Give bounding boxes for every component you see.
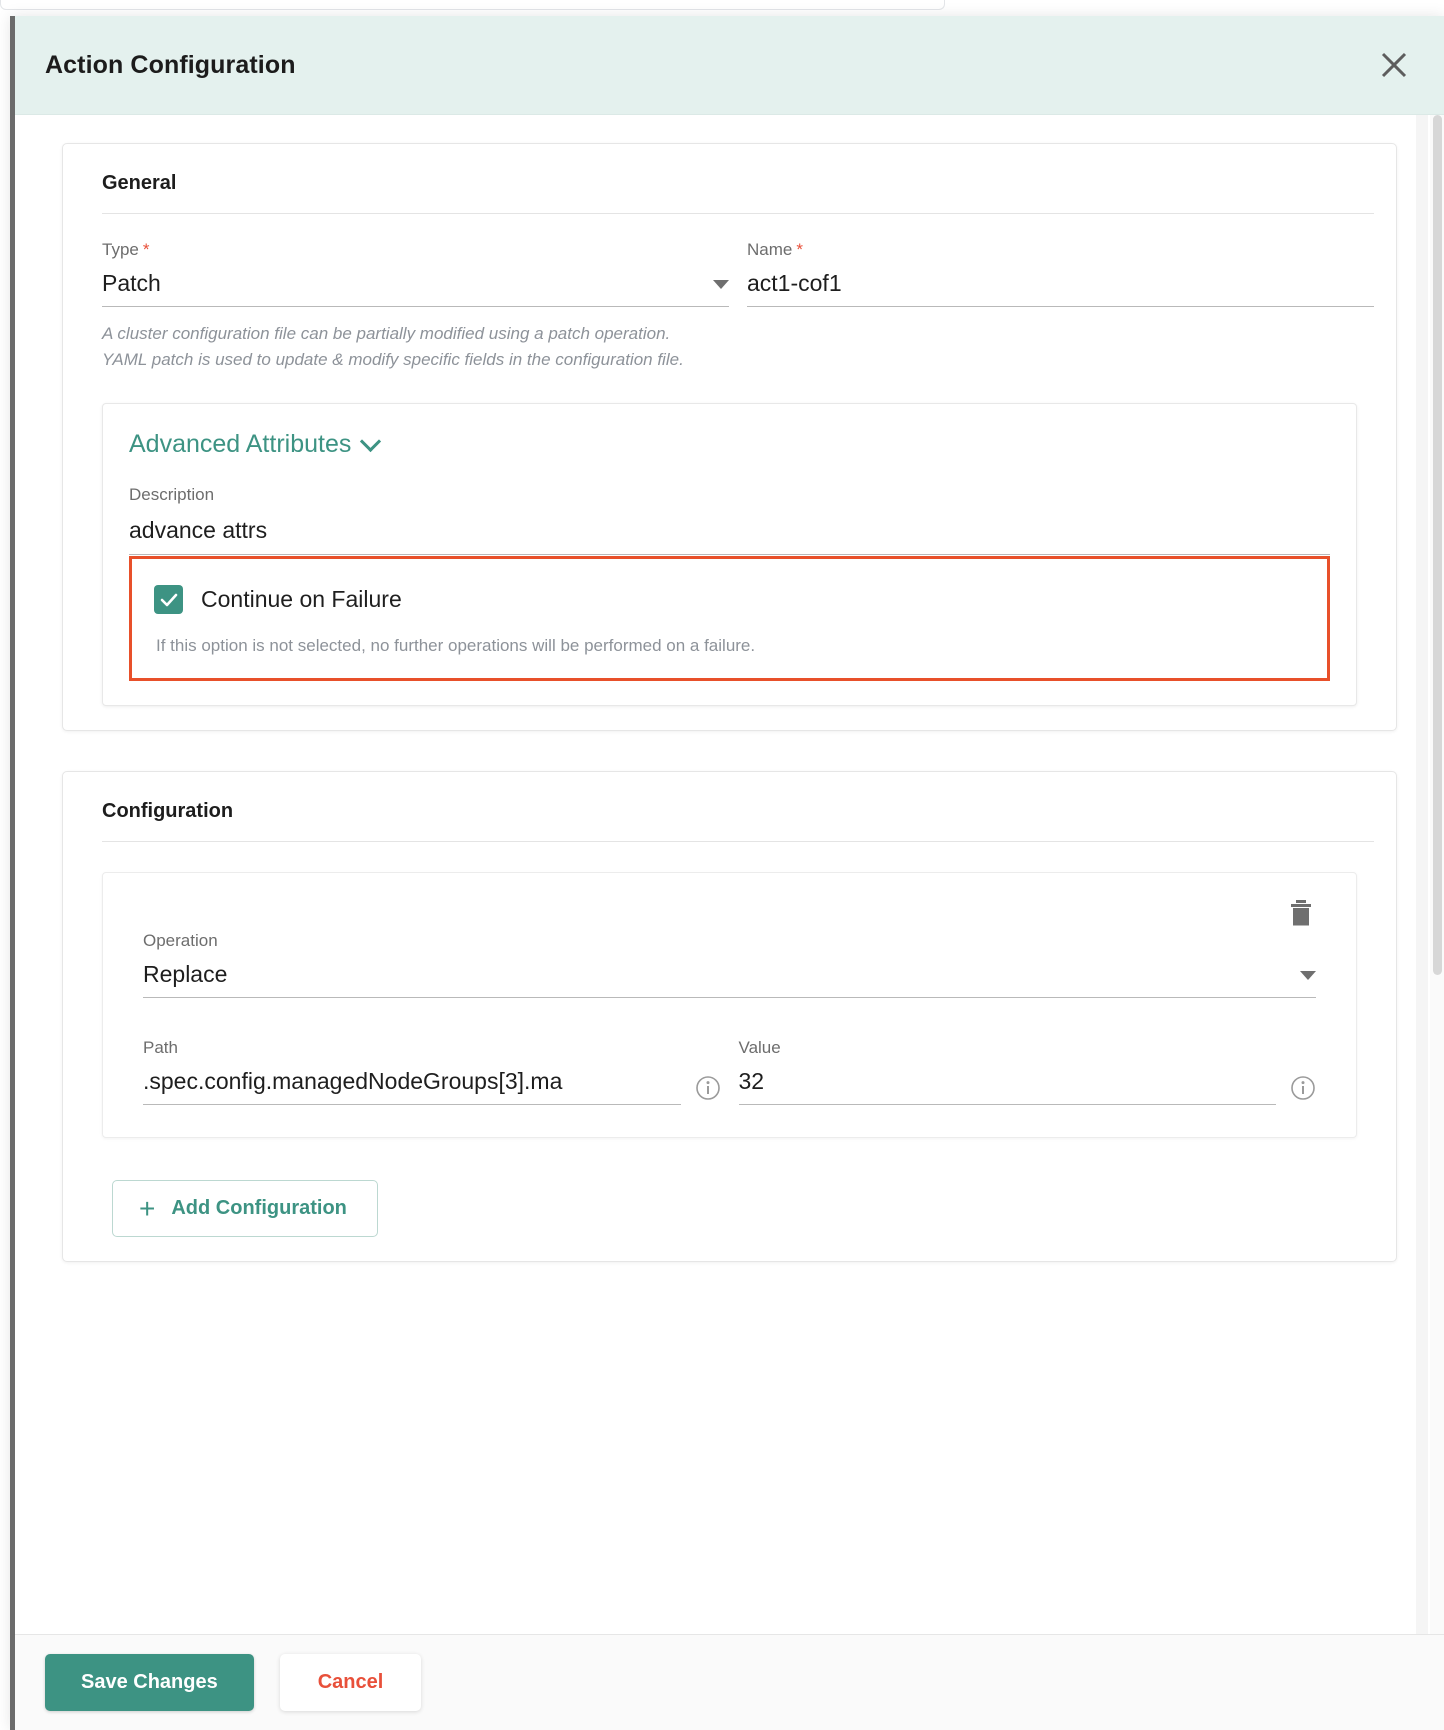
- trash-icon: [1288, 899, 1314, 927]
- page-title: Action Configuration: [45, 50, 296, 79]
- save-changes-button[interactable]: Save Changes: [45, 1654, 254, 1711]
- chevron-down-icon[interactable]: [1300, 971, 1316, 980]
- general-form-row: Type * Patch A cluster configuration file…: [85, 240, 1374, 373]
- advanced-attributes-toggle[interactable]: Advanced Attributes: [129, 430, 382, 459]
- description-field: Description advance attrs: [129, 485, 1330, 555]
- path-value-row: Path .spec.config.managedNodeGroups[3].m…: [125, 1038, 1334, 1105]
- configuration-divider: [102, 841, 1374, 842]
- name-value: act1-cof1: [747, 270, 842, 296]
- operation-select[interactable]: Replace: [143, 960, 1316, 998]
- info-icon[interactable]: [695, 1075, 721, 1101]
- type-field: Type * Patch A cluster configuration file…: [102, 240, 729, 373]
- modal-header: Action Configuration: [15, 16, 1444, 115]
- scrollbar-thumb[interactable]: [1433, 115, 1442, 975]
- info-icon[interactable]: [1290, 1075, 1316, 1101]
- path-label: Path: [143, 1038, 178, 1057]
- inner-scrollbar-track[interactable]: [1416, 115, 1428, 1634]
- general-card: General Type * Patch A cluster configurat…: [62, 143, 1397, 731]
- general-divider: [102, 213, 1374, 214]
- path-input[interactable]: .spec.config.managedNodeGroups[3].ma: [143, 1067, 681, 1105]
- path-field: Path .spec.config.managedNodeGroups[3].m…: [143, 1038, 721, 1105]
- type-label-text: Type: [102, 240, 139, 259]
- modal-body: General Type * Patch A cluster configurat…: [15, 115, 1444, 1634]
- configuration-item-actions: [125, 895, 1334, 931]
- value-field: Value 32: [738, 1038, 1317, 1105]
- add-configuration-button[interactable]: + Add Configuration: [112, 1180, 378, 1237]
- configuration-section-title: Configuration: [102, 800, 234, 822]
- type-required-marker: *: [142, 240, 150, 259]
- advanced-attributes-panel: Advanced Attributes Description advance …: [102, 403, 1357, 706]
- modal-footer: Save Changes Cancel: [15, 1634, 1444, 1730]
- page-backdrop: [0, 0, 1444, 16]
- path-value: .spec.config.managedNodeGroups[3].ma: [143, 1068, 563, 1094]
- check-icon: [159, 590, 179, 610]
- general-section-title: General: [102, 172, 177, 194]
- continue-on-failure-checkbox[interactable]: [154, 585, 183, 614]
- continue-on-failure-row[interactable]: Continue on Failure: [154, 585, 1305, 614]
- chevron-down-icon: [360, 430, 382, 453]
- type-label: Type *: [102, 240, 729, 260]
- name-label-text: Name: [747, 240, 793, 259]
- type-hint: A cluster configuration file can be part…: [102, 324, 684, 369]
- type-value: Patch: [102, 270, 161, 296]
- close-button[interactable]: [1372, 43, 1416, 87]
- action-configuration-modal: Action Configuration General Type * Patc…: [10, 16, 1444, 1730]
- name-label: Name *: [747, 240, 1374, 260]
- background-card: [0, 0, 945, 10]
- operation-value: Replace: [143, 961, 228, 987]
- continue-on-failure-label: Continue on Failure: [201, 586, 402, 612]
- cancel-button[interactable]: Cancel: [279, 1654, 422, 1711]
- advanced-attributes-label: Advanced Attributes: [129, 430, 352, 458]
- value-input[interactable]: 32: [738, 1067, 1276, 1105]
- delete-configuration-button[interactable]: [1284, 895, 1318, 931]
- configuration-card: Configuration Operation Replace Path .sp…: [62, 771, 1397, 1262]
- plus-icon: +: [139, 1192, 156, 1224]
- name-required-marker: *: [796, 240, 803, 259]
- add-configuration-label: Add Configuration: [171, 1197, 347, 1219]
- value-label: Value: [738, 1038, 781, 1057]
- scrollbar-track[interactable]: [1430, 115, 1444, 1634]
- description-input[interactable]: advance attrs: [129, 517, 1330, 555]
- name-input[interactable]: act1-cof1: [747, 269, 1374, 307]
- operation-field: Operation Replace: [125, 931, 1334, 998]
- value-value: 32: [738, 1068, 765, 1094]
- operation-label: Operation: [143, 931, 218, 950]
- description-label: Description: [129, 485, 215, 504]
- continue-on-failure-help: If this option is not selected, no furth…: [156, 636, 756, 655]
- configuration-item: Operation Replace Path .spec.config.mana…: [102, 872, 1357, 1138]
- continue-on-failure-highlight: Continue on Failure If this option is no…: [129, 556, 1330, 681]
- chevron-down-icon[interactable]: [713, 280, 729, 289]
- close-icon: [1379, 50, 1409, 80]
- type-select[interactable]: Patch: [102, 269, 729, 307]
- name-field: Name * act1-cof1: [747, 240, 1374, 373]
